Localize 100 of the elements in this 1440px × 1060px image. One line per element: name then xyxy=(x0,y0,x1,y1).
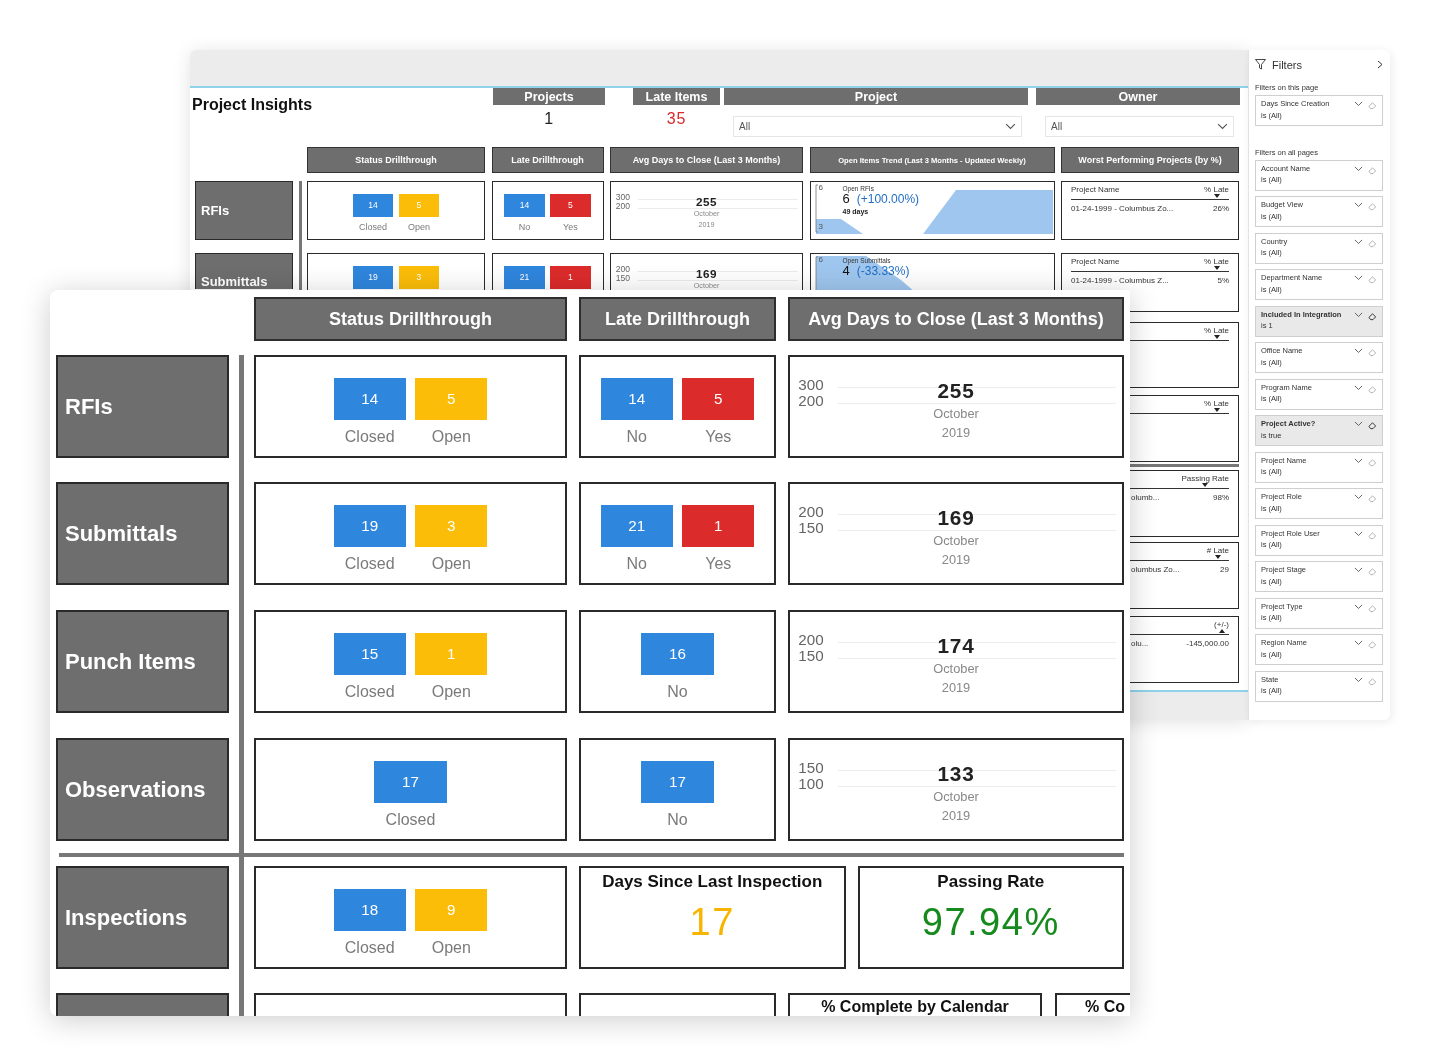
eraser-icon[interactable] xyxy=(1368,311,1377,321)
sort-arrow-icon[interactable] xyxy=(1214,555,1221,560)
column-header: Status Drillthrough xyxy=(307,147,485,173)
chevron-down-icon[interactable] xyxy=(1354,384,1363,390)
row-label[interactable]: Submittals xyxy=(195,253,293,289)
row-label[interactable]: Punch Items xyxy=(56,610,229,713)
axis-label: 150 xyxy=(615,274,630,284)
count-tile[interactable]: 17 xyxy=(374,760,447,803)
average-value: 133 xyxy=(937,762,975,787)
dropdown-field[interactable]: All xyxy=(1045,116,1234,137)
count-tile[interactable]: 18 xyxy=(333,888,406,931)
chevron-down-icon[interactable] xyxy=(1354,275,1363,281)
count-tile[interactable]: 16 xyxy=(641,632,714,675)
status-label: Yes xyxy=(705,554,732,573)
eraser-icon[interactable] xyxy=(1368,421,1377,430)
column-header[interactable]: # Late xyxy=(1206,546,1229,556)
count-tile[interactable]: 21 xyxy=(600,504,673,547)
chevron-down-icon[interactable] xyxy=(1354,165,1363,171)
card-title: % Co xyxy=(1085,998,1125,1016)
count-tile[interactable]: 14 xyxy=(333,377,406,420)
chevron-down-icon[interactable] xyxy=(1354,311,1363,317)
table-cell-text: olu... xyxy=(1130,639,1149,649)
count-tile[interactable]: 14 xyxy=(504,193,545,218)
status-label: Open xyxy=(431,427,471,446)
axis-label: 200 xyxy=(798,503,824,520)
chevron-down-icon[interactable] xyxy=(1354,457,1363,463)
month-label: October xyxy=(933,534,979,549)
column-header[interactable]: % Late xyxy=(1204,257,1229,267)
column-header[interactable]: Project Name xyxy=(1071,185,1120,194)
status-label: No xyxy=(518,221,531,232)
column-header: Late Drillthrough xyxy=(491,147,604,173)
chevron-down-icon[interactable] xyxy=(1354,348,1363,354)
sort-arrow-icon[interactable] xyxy=(1213,335,1220,340)
row-label[interactable]: Observations xyxy=(56,738,229,841)
table-cell: 5% xyxy=(1217,276,1229,286)
trend-value: 6 xyxy=(842,192,850,207)
sort-arrow-icon[interactable] xyxy=(1213,194,1220,199)
axis-label: 200 xyxy=(615,202,630,212)
kpi-header: Projects xyxy=(493,88,605,105)
chevron-down-icon[interactable] xyxy=(1354,238,1363,244)
chevron-down-icon[interactable] xyxy=(1354,567,1363,573)
status-label: No xyxy=(667,810,688,829)
column-header: Avg Days to Close (Last 3 Months) xyxy=(788,297,1124,341)
column-header[interactable]: % Late xyxy=(1204,326,1229,336)
column-header[interactable]: Project Name xyxy=(1071,257,1120,266)
average-value: 255 xyxy=(696,194,717,209)
count-tile[interactable]: 14 xyxy=(600,377,673,420)
sort-arrow-icon[interactable] xyxy=(1202,483,1209,488)
year-label: 2019 xyxy=(941,553,971,568)
count-tile[interactable]: 5 xyxy=(550,193,591,218)
row-label[interactable]: RFIs xyxy=(195,181,293,240)
kpi-title: Days Since Last Inspection xyxy=(602,872,823,892)
status-label: No xyxy=(626,427,647,446)
trend-value: 4 xyxy=(842,264,850,279)
chevron-right-icon[interactable] xyxy=(1377,60,1383,69)
count-tile[interactable]: 17 xyxy=(641,760,714,803)
slicer-header: Owner xyxy=(1036,88,1240,105)
chevron-down-icon[interactable] xyxy=(1354,640,1363,646)
sort-arrow-icon[interactable] xyxy=(1213,266,1220,271)
count-tile[interactable]: 19 xyxy=(333,504,406,547)
count-tile[interactable]: 5 xyxy=(682,377,755,420)
chevron-down-icon[interactable] xyxy=(1354,676,1363,682)
month-label: October xyxy=(933,790,979,805)
row-label[interactable]: Submittals xyxy=(56,482,229,585)
chevron-down-icon[interactable] xyxy=(1354,603,1363,609)
count-tile[interactable]: 19 xyxy=(352,265,394,290)
column-header[interactable]: % Late xyxy=(1204,185,1229,195)
chevron-down-icon[interactable] xyxy=(1217,123,1228,130)
sort-arrow-icon[interactable] xyxy=(1213,408,1220,413)
axis-label: 200 xyxy=(615,265,630,275)
column-header[interactable]: % Late xyxy=(1204,399,1229,409)
axis-label: 150 xyxy=(798,647,824,664)
table-cell: -145,000.00 xyxy=(1186,639,1229,649)
axis-label: 300 xyxy=(615,193,630,203)
count-tile[interactable]: 1 xyxy=(682,504,755,547)
chevron-down-icon[interactable] xyxy=(1354,530,1363,536)
chevron-down-icon[interactable] xyxy=(1005,123,1016,130)
status-label: Closed xyxy=(359,221,388,232)
column-header[interactable]: (+/-) xyxy=(1214,620,1229,630)
chevron-down-icon[interactable] xyxy=(1354,494,1363,500)
year-label: 2019 xyxy=(941,426,971,441)
status-label: Open xyxy=(431,682,471,701)
axis-label: 300 xyxy=(798,376,824,393)
table-cell: 26% xyxy=(1213,204,1229,214)
count-tile[interactable]: 21 xyxy=(504,265,545,290)
row-label[interactable]: RFIs xyxy=(56,355,229,458)
count-tile[interactable]: 15 xyxy=(333,632,406,675)
axis-label: 150 xyxy=(798,519,824,536)
count-tile[interactable]: 14 xyxy=(352,193,394,218)
dropdown-field[interactable]: All xyxy=(733,116,1022,137)
chevron-down-icon[interactable] xyxy=(1354,421,1363,427)
count-tile[interactable]: 1 xyxy=(550,265,591,290)
chevron-down-icon[interactable] xyxy=(1354,101,1363,107)
chevron-down-icon[interactable] xyxy=(1354,202,1363,208)
sort-arrow-icon[interactable] xyxy=(1218,629,1225,634)
status-label: Closed xyxy=(344,427,395,446)
column-header[interactable]: Passing Rate xyxy=(1181,474,1229,484)
dropdown-value: All xyxy=(739,121,751,132)
month-label: October xyxy=(933,407,979,422)
row-label[interactable]: Inspections xyxy=(56,866,229,969)
